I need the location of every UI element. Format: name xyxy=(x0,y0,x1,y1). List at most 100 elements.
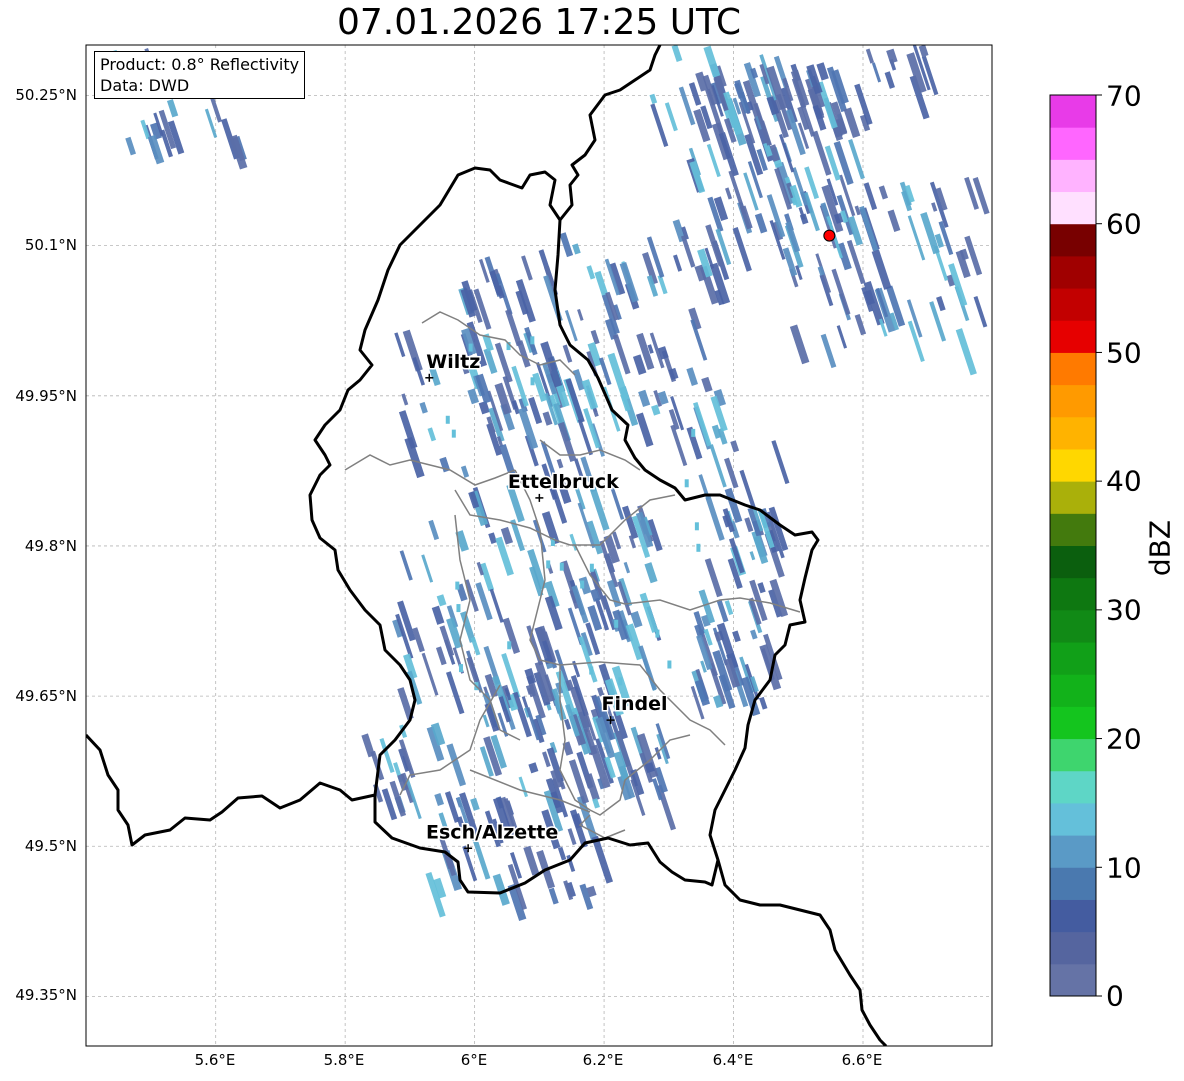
city-label: Ettelbruck xyxy=(508,471,619,493)
reflectivity-core xyxy=(691,428,696,437)
reflectivity-core xyxy=(451,429,456,438)
reflectivity-echo xyxy=(556,458,564,469)
reflectivity-echo xyxy=(419,401,428,414)
reflectivity-echo xyxy=(563,679,574,692)
colorbar-tick-label: 50 xyxy=(1106,336,1142,370)
reflectivity-echo xyxy=(488,532,498,544)
reflectivity-echo xyxy=(878,185,889,200)
lat-tick-label: 49.95°N xyxy=(15,387,77,405)
radar-site-marker xyxy=(823,229,836,242)
city-label: Wiltz xyxy=(426,351,480,373)
reflectivity-echo xyxy=(816,62,829,81)
lat-tick-label: 49.65°N xyxy=(15,687,77,705)
colorbar-tick-label: 60 xyxy=(1106,207,1142,241)
reflectivity-core xyxy=(530,336,535,345)
reflectivity-echo xyxy=(750,67,759,79)
reflectivity-echo xyxy=(711,424,722,439)
product-info-box: Product: 0.8° Reflectivity Data: DWD xyxy=(94,51,306,99)
reflectivity-echo xyxy=(833,212,844,224)
colorbar-tick-label: 40 xyxy=(1106,464,1142,498)
colorbar-segment xyxy=(1050,191,1096,225)
colorbar-segment xyxy=(1050,706,1096,740)
reflectivity-echo xyxy=(918,45,929,58)
product-label: Product: 0.8° Reflectivity xyxy=(100,55,300,74)
colorbar-segment xyxy=(1050,159,1096,193)
reflectivity-echo xyxy=(572,243,581,255)
colorbar-tick-label: 20 xyxy=(1106,722,1142,756)
reflectivity-core xyxy=(530,377,535,386)
reflectivity-echo xyxy=(651,404,661,416)
reflectivity-echo xyxy=(550,768,564,789)
colorbar-segment xyxy=(1050,577,1096,611)
colorbar-tick-label: 10 xyxy=(1106,851,1142,885)
reflectivity-core xyxy=(655,629,660,638)
reflectivity-echo xyxy=(436,594,447,607)
reflectivity-echo xyxy=(478,400,490,415)
colorbar-segment xyxy=(1050,255,1096,289)
data-source-label: Data: DWD xyxy=(100,76,190,95)
colorbar-segment xyxy=(1050,320,1096,353)
colorbar-segment xyxy=(1050,545,1096,579)
lat-tick-label: 49.5°N xyxy=(24,837,77,855)
colorbar-segment xyxy=(1050,95,1096,128)
reflectivity-echo xyxy=(467,388,480,405)
reflectivity-echo xyxy=(732,630,741,643)
colorbar-segment xyxy=(1050,770,1096,804)
reflectivity-echo xyxy=(700,614,711,627)
reflectivity-echo xyxy=(657,346,669,360)
reflectivity-echo xyxy=(757,582,766,594)
lat-tick-label: 49.35°N xyxy=(15,986,77,1004)
colorbar xyxy=(1049,94,1102,997)
colorbar-segment xyxy=(1050,738,1096,772)
lon-tick-label: 6.2°E xyxy=(582,1051,624,1069)
reflectivity-core xyxy=(507,641,512,650)
reflectivity-echo xyxy=(590,588,601,602)
lon-tick-label: 6.6°E xyxy=(841,1051,883,1069)
reflectivity-echo xyxy=(500,526,514,545)
reflectivity-echo xyxy=(527,686,537,698)
reflectivity-core xyxy=(694,522,699,531)
reflectivity-core xyxy=(580,580,585,589)
reflectivity-echo xyxy=(694,264,707,282)
colorbar-segment xyxy=(1050,384,1096,418)
reflectivity-echo xyxy=(701,376,713,393)
reflectivity-echo xyxy=(644,762,655,774)
colorbar-segment xyxy=(1050,642,1096,675)
lat-tick-label: 49.8°N xyxy=(24,537,77,555)
reflectivity-echo xyxy=(528,762,539,774)
reflectivity-core xyxy=(559,562,564,571)
reflectivity-core xyxy=(684,479,689,488)
city-label: Esch/Alzette xyxy=(426,821,558,843)
reflectivity-core xyxy=(667,660,672,669)
reflectivity-core xyxy=(456,604,461,613)
reflectivity-echo xyxy=(434,792,444,806)
colorbar-label: dBZ xyxy=(1143,519,1177,577)
colorbar-segment xyxy=(1050,835,1096,868)
colorbar-segment xyxy=(1050,416,1096,450)
reflectivity-echo xyxy=(506,693,519,712)
reflectivity-echo xyxy=(657,390,669,405)
reflectivity-echo xyxy=(713,694,724,709)
reflectivity-echo xyxy=(630,611,643,628)
city-label: Findel xyxy=(602,693,668,715)
colorbar-segment xyxy=(1050,352,1096,386)
reflectivity-echo xyxy=(586,885,597,898)
reflectivity-echo xyxy=(750,629,758,640)
reflectivity-echo xyxy=(460,465,470,478)
reflectivity-echo xyxy=(524,668,537,685)
lon-tick-label: 6°E xyxy=(460,1051,488,1069)
reflectivity-echo xyxy=(542,411,553,426)
reflectivity-echo xyxy=(730,440,740,453)
reflectivity-core xyxy=(614,619,619,628)
colorbar-segment xyxy=(1050,674,1096,707)
lon-tick-label: 5.8°E xyxy=(323,1051,365,1069)
colorbar-segment xyxy=(1050,223,1096,257)
reflectivity-core xyxy=(589,666,594,675)
reflectivity-echo xyxy=(668,367,679,380)
reflectivity-echo xyxy=(768,144,781,162)
reflectivity-echo xyxy=(886,48,898,64)
reflectivity-echo xyxy=(431,605,445,625)
reflectivity-echo xyxy=(592,798,600,809)
reflectivity-core xyxy=(458,664,463,673)
reflectivity-echo xyxy=(470,797,480,811)
